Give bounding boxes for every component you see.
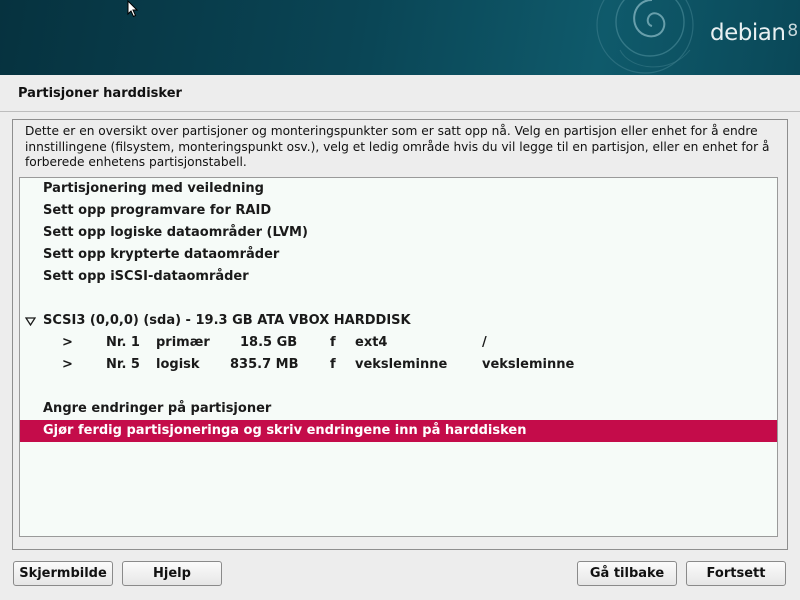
brand-version: 8 [787,21,798,41]
page-title: Partisjoner harddisker [18,86,182,101]
menu-item-label: Sett opp logiske dataområder (LVM) [43,225,308,240]
partition-size: 835.7 MB [230,357,299,372]
menu-item-guided-partitioning[interactable]: Partisjonering med veiledning [20,178,777,200]
debian-swirl-logo [596,0,694,74]
help-button[interactable]: Hjelp [122,561,222,586]
partition-fs: veksleminne [355,357,448,372]
mouse-pointer-icon [127,0,139,18]
menu-item-label: Partisjonering med veiledning [43,181,264,196]
brand-name: debian [710,20,786,46]
partition-size: 18.5 GB [240,335,298,350]
partition-fs: ext4 [355,335,388,350]
menu-item-setup-encrypted[interactable]: Sett opp krypterte dataområder [20,244,777,266]
expand-triangle-icon[interactable] [25,317,36,326]
partition-marker: > [62,357,73,372]
partition-number: Nr. 1 [106,335,140,350]
debian-banner: debian 8 [0,0,800,75]
menu-item-label: Sett opp programvare for RAID [43,203,272,218]
disk-row-sda[interactable]: SCSI3 (0,0,0) (sda) - 19.3 GB ATA VBOX H… [20,310,777,332]
partition-flag: f [330,335,336,350]
partition-type: logisk [156,357,200,372]
menu-item-label: Gjør ferdig partisjoneringa og skriv end… [43,423,527,438]
continue-button[interactable]: Fortsett [686,561,786,586]
back-button[interactable]: Gå tilbake [577,561,677,586]
menu-item-setup-iscsi[interactable]: Sett opp iSCSI-dataområder [20,266,777,288]
menu-item-undo-changes[interactable]: Angre endringer på partisjoner [20,398,777,420]
menu-item-label: Sett opp iSCSI-dataområder [43,269,249,284]
partition-type: primær [156,335,210,350]
partition-listbox[interactable]: Partisjonering med veiledning Sett opp p… [19,177,778,537]
partition-mount: / [482,335,487,350]
partition-marker: > [62,335,73,350]
menu-item-label: Sett opp krypterte dataområder [43,247,280,262]
partition-flag: f [330,357,336,372]
menu-item-label: Angre endringer på partisjoner [43,401,272,416]
screenshot-button[interactable]: Skjermbilde [13,561,113,586]
partition-row[interactable]: > Nr. 1 primær 18.5 GB f ext4 / [20,332,777,354]
menu-item-setup-lvm[interactable]: Sett opp logiske dataområder (LVM) [20,222,777,244]
partition-number: Nr. 5 [106,357,140,372]
menu-item-setup-raid[interactable]: Sett opp programvare for RAID [20,200,777,222]
debian-brand: debian 8 [710,20,798,46]
partition-mount: veksleminne [482,357,575,372]
title-separator [0,111,800,112]
disk-label: SCSI3 (0,0,0) (sda) - 19.3 GB ATA VBOX H… [43,313,411,328]
menu-item-finish-partitioning[interactable]: Gjør ferdig partisjoneringa og skriv end… [20,420,777,442]
description-text: Dette er en oversikt over partisjoner og… [25,124,770,169]
partition-row[interactable]: > Nr. 5 logisk 835.7 MB f veksleminne ve… [20,354,777,376]
